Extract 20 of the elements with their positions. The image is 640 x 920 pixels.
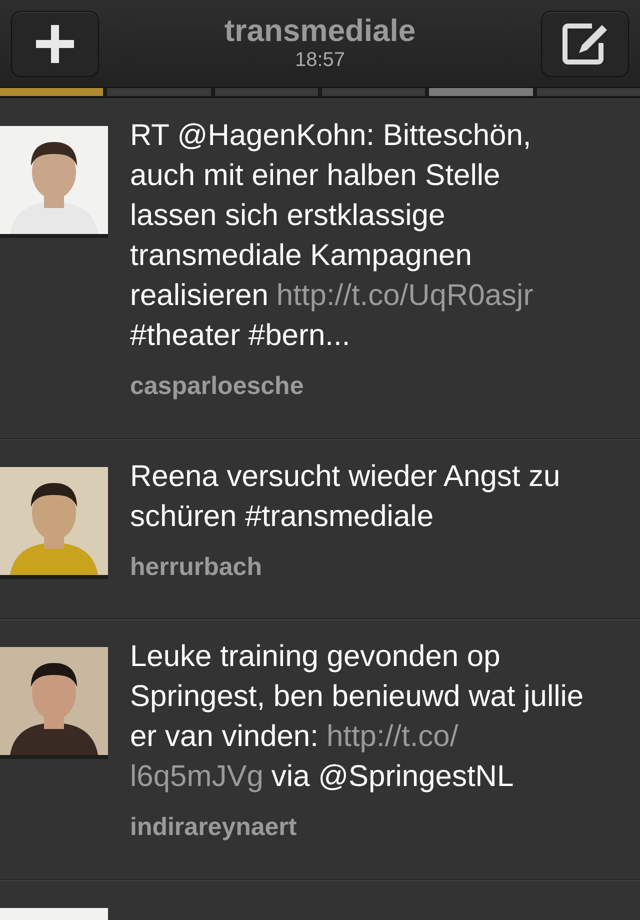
- time: 18:57: [294, 48, 346, 70]
- tweet-text: Springest, ben benieuwd wat jullie: [130, 679, 584, 715]
- username: herrurbach: [130, 552, 263, 582]
- username: casparloesche: [130, 371, 305, 402]
- tweet-text: auch mit einer halben Stelle: [130, 158, 500, 194]
- tweet-text: realisieren: [130, 278, 268, 314]
- tweet-text: transmediale Kampagnen: [130, 238, 472, 274]
- tweet-text: #theater #bern...: [130, 318, 350, 354]
- username: indirareynaert: [130, 812, 298, 843]
- tweet-text: RT @HagenKohn: Bitteschön,: [130, 118, 532, 154]
- tweet-text: Reena versucht wieder Angst zu: [130, 458, 560, 494]
- tweet-text: via @SpringestNL: [271, 759, 514, 795]
- tweet-text: er van vinden:: [130, 719, 318, 755]
- tweet-text: schüren #transmediale: [130, 498, 434, 534]
- tweet-text: lassen sich erstklassige: [130, 198, 446, 234]
- title: transmediale: [224, 12, 416, 48]
- link[interactable]: http://t.co/: [326, 717, 458, 757]
- tweet-text: Leuke training gevonden op: [130, 639, 500, 675]
- link[interactable]: l6q5mJVg: [130, 757, 264, 797]
- link[interactable]: http://t.co/UqR0asjr: [276, 276, 534, 316]
